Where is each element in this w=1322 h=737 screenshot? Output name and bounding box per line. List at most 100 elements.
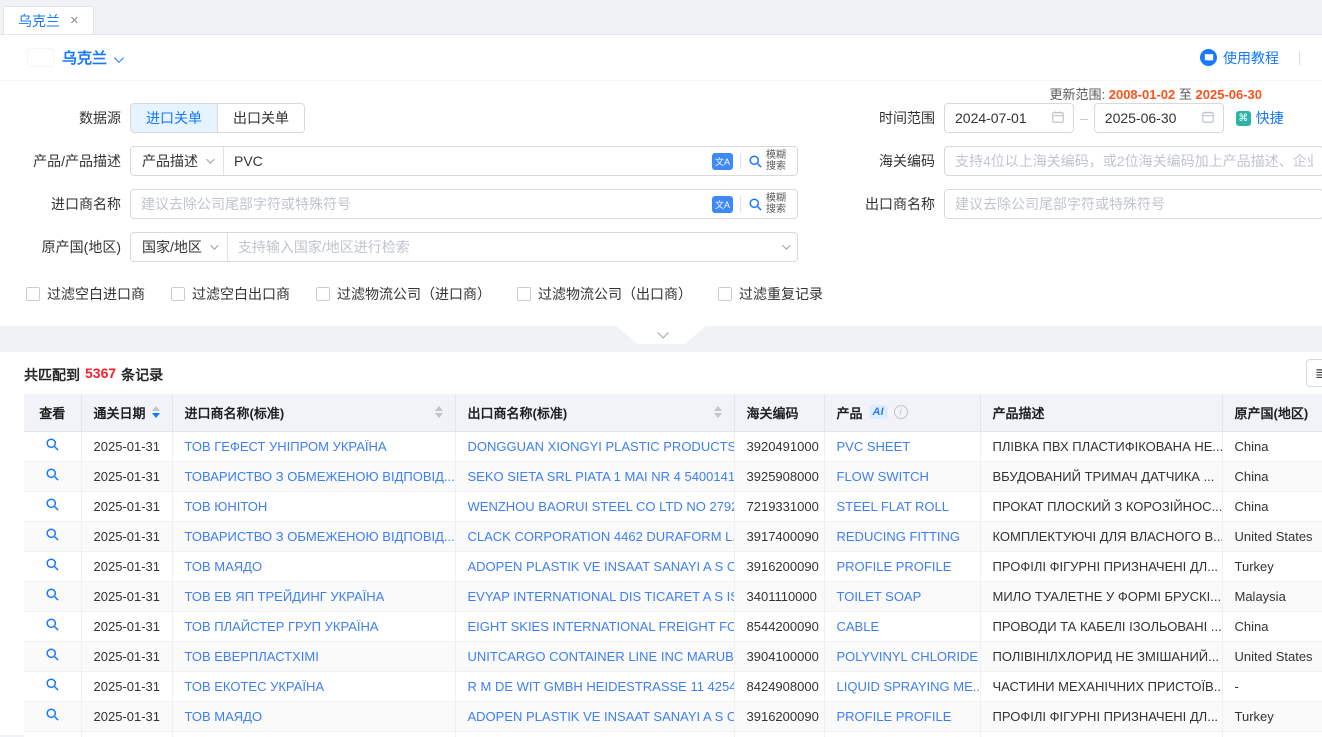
exporter-link[interactable]: ADOPEN PLASTIK VE INSAAT SANAYI A S O... <box>468 559 735 574</box>
importer-link[interactable]: ТОВ ЕВ ЯП ТРЕЙДИНГ УКРАЇНА <box>185 589 385 604</box>
date-cell: 2025-01-31 <box>81 641 172 671</box>
tab-ukraine[interactable]: 乌克兰 × <box>3 6 94 34</box>
product-link[interactable]: REDUCING FITTING <box>837 529 961 544</box>
exporter-link[interactable]: EVYAP INTERNATIONAL DIS TICARET A S IS..… <box>468 589 735 604</box>
date-end-field[interactable] <box>1094 103 1224 133</box>
description-cell: ПЛІВКА ПВХ ПЛАСТИФІКОВАНА НЕ... <box>980 431 1222 461</box>
hs-code-cell: 8424908000 <box>734 671 824 701</box>
calendar-icon <box>1201 110 1215 127</box>
exporter-link[interactable]: WENZHOU BAORUI STEEL CO LTD NO 2792... <box>468 499 735 514</box>
col-date[interactable]: 通关日期 <box>81 394 172 431</box>
exporter-link[interactable]: EIGHT SKIES INTERNATIONAL FREIGHT FOR... <box>468 619 735 634</box>
quick-select-label: 快捷 <box>1256 108 1284 128</box>
product-link[interactable]: CABLE <box>837 619 880 634</box>
importer-link[interactable]: ТОВ ПЛАЙСТЕР ГРУП УКРАЇНА <box>185 619 379 634</box>
col-exporter[interactable]: 出口商名称(标准) <box>455 394 734 431</box>
sort-icon[interactable] <box>435 406 443 418</box>
importer-link[interactable]: ТОВ ГЕФЕСТ УНІПРОМ УКРАЇНА <box>185 439 387 454</box>
info-icon[interactable]: i <box>894 405 908 419</box>
search-icon <box>748 197 763 212</box>
view-record-button[interactable] <box>45 497 60 512</box>
importer-link[interactable]: ТОВ МАЯДО <box>185 559 263 574</box>
quick-select-icon: ⌘ <box>1236 111 1251 126</box>
importer-link[interactable]: ТОВАРИСТВО З ОБМЕЖЕНОЮ ВІДПОВІД... <box>185 469 455 484</box>
sort-icon[interactable] <box>152 406 160 418</box>
checkbox-filter-duplicates[interactable]: 过滤重复记录 <box>718 284 823 304</box>
view-record-button[interactable] <box>45 647 60 662</box>
importer-input-group: 文A 模糊搜索 <box>130 189 798 219</box>
date-start-input[interactable] <box>947 110 1051 126</box>
date-cell: 2025-01-31 <box>81 431 172 461</box>
view-record-button[interactable] <box>45 527 60 542</box>
table-settings-button[interactable]: ≣ <box>1306 359 1322 387</box>
view-record-button[interactable] <box>45 557 60 572</box>
importer-link[interactable]: ТОВ ЕВЕРПЛАСТХІМІ <box>185 649 319 664</box>
fuzzy-search-button[interactable]: 模糊搜索 <box>748 193 788 215</box>
product-cell: PROFILE PROFILE <box>824 701 980 731</box>
view-record-button[interactable] <box>45 677 60 692</box>
exporter-cell: EIGHT SKIES INTERNATIONAL FREIGHT FOR... <box>455 611 734 641</box>
importer-input[interactable] <box>131 190 712 218</box>
product-link[interactable]: PVC SHEET <box>837 439 911 454</box>
product-link[interactable]: LIQUID SPRAYING ME... <box>837 679 981 694</box>
translate-icon[interactable]: 文A <box>712 153 733 170</box>
date-range-separator: – <box>1080 110 1088 126</box>
exporter-link[interactable]: DONGGUAN XIONGYI PLASTIC PRODUCTS ... <box>468 439 735 454</box>
table-row: 2025-01-31 ТОВ ЮНІТОН WENZHOU BAORUI STEEL… <box>24 491 1322 521</box>
product-cell: PVC SHEET <box>824 431 980 461</box>
origin-type-select[interactable]: 国家/地区 <box>131 233 228 261</box>
origin-search-input[interactable] <box>228 233 782 261</box>
hs-code-input[interactable] <box>944 146 1322 176</box>
collapse-panel-handle[interactable] <box>616 326 706 344</box>
exporter-cell: UNITCARGO CONTAINER LINE INC MARUB... <box>455 641 734 671</box>
importer-link[interactable]: ТОВ ЮНІТОН <box>185 499 268 514</box>
checkbox-filter-logistics-exporter[interactable]: 过滤物流公司（出口商） <box>517 284 692 304</box>
product-link[interactable]: TOILET SOAP <box>837 589 922 604</box>
product-type-select[interactable]: 产品描述 <box>131 147 224 175</box>
exporter-input[interactable] <box>944 189 1322 219</box>
exporter-link[interactable]: SEKO SIETA SRL PIATA 1 MAI NR 4 5400141 … <box>468 469 735 484</box>
product-link[interactable]: PROFILE PROFILE <box>837 559 952 574</box>
quick-select-button[interactable]: ⌘ 快捷 <box>1236 108 1284 128</box>
date-cell: 2025-01-31 <box>81 491 172 521</box>
exporter-link[interactable]: UNITCARGO CONTAINER LINE INC MARUB... <box>468 649 735 664</box>
importer-link[interactable]: ТОВАРИСТВО З ОБМЕЖЕНОЮ ВІДПОВІД... <box>185 529 455 544</box>
importer-link[interactable]: ТОВ МАЯДО <box>185 709 263 724</box>
product-link[interactable]: STEEL FLAT ROLL <box>837 499 949 514</box>
product-link[interactable]: POLYVINYL CHLORIDE <box>837 649 979 664</box>
date-start-field[interactable] <box>944 103 1074 133</box>
col-view: 查看 <box>24 394 81 431</box>
exporter-link[interactable]: R M DE WIT GMBH HEIDESTRASSE 11 4254... <box>468 679 735 694</box>
table-row: 2025-01-31 ТОВ ЕВЕРПЛАСТХІМІ UNITCARGO CON… <box>24 641 1322 671</box>
import-manifest-button[interactable]: 进口关单 <box>131 104 217 132</box>
view-cell <box>24 731 81 737</box>
table-row: 2025-01-31ТОВ ЕКОТЕС УКРАЇНАR M DE WIT G… <box>24 671 1322 701</box>
view-record-button[interactable] <box>45 587 60 602</box>
view-record-button[interactable] <box>45 707 60 722</box>
importer-link[interactable]: ТОВ ЕКОТЕС УКРАЇНА <box>185 679 325 694</box>
fuzzy-search-button[interactable]: 模糊搜索 <box>748 150 788 172</box>
checkbox-filter-logistics-importer[interactable]: 过滤物流公司（进口商） <box>316 284 491 304</box>
product-link[interactable]: FLOW SWITCH <box>837 469 929 484</box>
product-search-input[interactable] <box>224 147 712 175</box>
country-selector[interactable]: 乌克兰 <box>62 47 107 68</box>
checkbox-filter-blank-exporter[interactable]: 过滤空白出口商 <box>171 284 290 304</box>
view-record-button[interactable] <box>45 617 60 632</box>
tutorial-button[interactable]: 使用教程 <box>1200 48 1279 68</box>
view-record-button[interactable] <box>45 467 60 482</box>
sort-icon[interactable] <box>714 406 722 418</box>
table-row: 2025-01-31ТОВАРИСТВО З ОБМЕЖЕНОЮ ВІДПОВІ… <box>24 521 1322 551</box>
exporter-link[interactable]: ADOPEN PLASTIK VE INSAAT SANAYI A S O... <box>468 709 735 724</box>
table-body: 2025-01-31 ТОВ ГЕФЕСТ УНІПРОМ УКРАЇНА DONG… <box>24 431 1322 737</box>
date-end-input[interactable] <box>1097 110 1201 126</box>
close-icon[interactable]: × <box>70 13 79 28</box>
product-link[interactable]: PROFILE PROFILE <box>837 709 952 724</box>
col-origin: 原产国(地区) <box>1222 394 1322 431</box>
export-manifest-button[interactable]: 出口关单 <box>217 104 304 132</box>
view-record-button[interactable] <box>45 437 60 452</box>
checkbox-filter-blank-importer[interactable]: 过滤空白进口商 <box>26 284 145 304</box>
col-importer[interactable]: 进口商名称(标准) <box>172 394 455 431</box>
filter-checkbox-row: 过滤空白进口商 过滤空白出口商 过滤物流公司（进口商） 过滤物流公司（出口商） … <box>0 284 1322 304</box>
translate-icon[interactable]: 文A <box>712 196 733 213</box>
exporter-link[interactable]: CLACK CORPORATION 4462 DURAFORM L... <box>468 529 735 544</box>
